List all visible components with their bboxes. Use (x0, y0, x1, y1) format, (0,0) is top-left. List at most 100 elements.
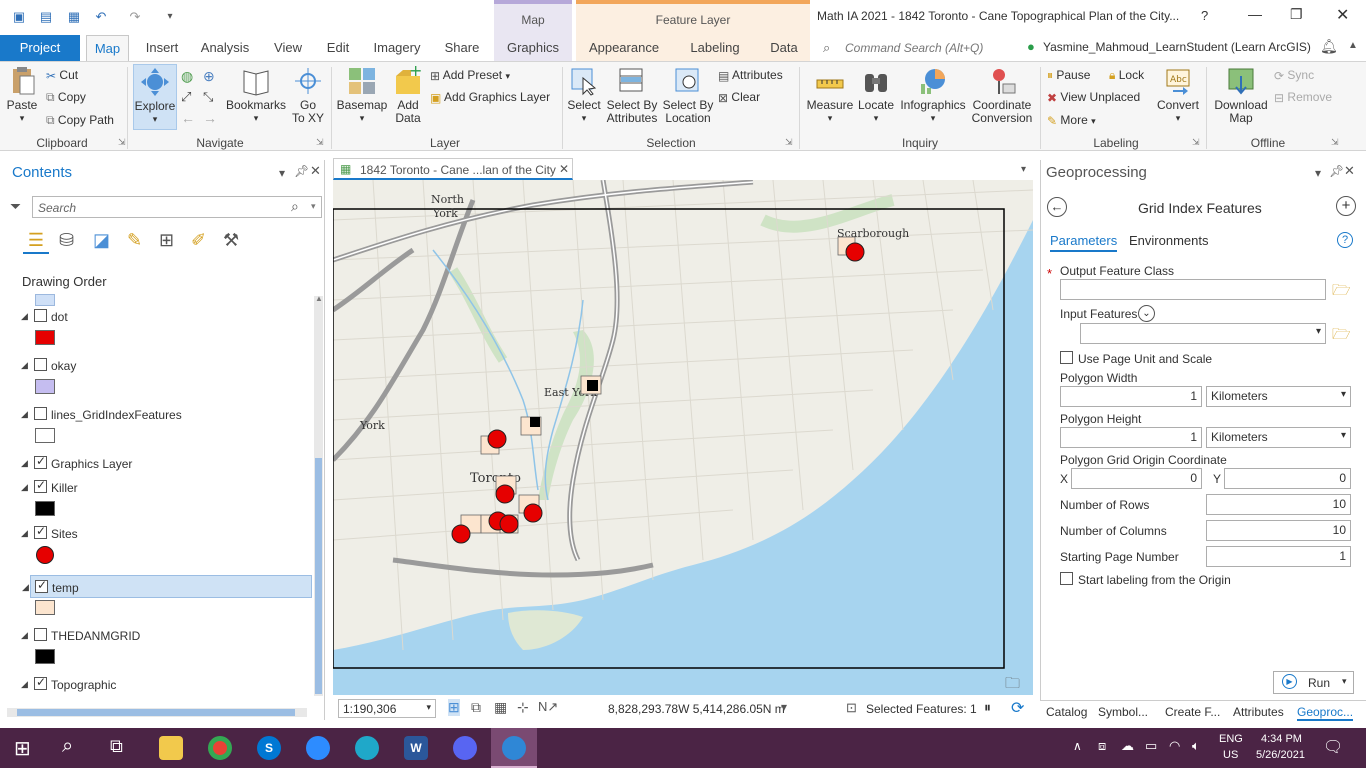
scale-selector[interactable]: 1:190,306 ▾ (338, 699, 436, 718)
explore-button[interactable]: Explore ▾ (133, 64, 177, 130)
tray-app-icon[interactable]: ⧈ (1098, 738, 1106, 754)
tab-analysis[interactable]: Analysis (196, 35, 254, 61)
skype-icon[interactable]: S (257, 736, 281, 760)
filter-icon[interactable]: ⏷ (10, 198, 21, 215)
contents-search-input[interactable]: Search ⌕ ▾ (32, 196, 322, 218)
tab-catalog[interactable]: Catalog (1046, 705, 1087, 719)
tab-symbology[interactable]: Symbol... (1098, 705, 1148, 719)
copy-path-button[interactable]: ⧉ Copy Path (46, 113, 114, 128)
snapping-icon[interactable]: ⊞ (448, 699, 460, 716)
expand-layer-icon[interactable]: ◢ (21, 458, 28, 469)
tab-edit[interactable]: Edit (318, 35, 358, 61)
fixed-zoom-out-icon[interactable]: ⤡ (203, 89, 213, 105)
clear-selection-button[interactable]: ⊠ Clear (718, 90, 760, 105)
layer-symbol-swatch[interactable] (35, 330, 55, 345)
input-browse-folder-icon[interactable]: 🗁 (1332, 324, 1351, 349)
constraints-icon[interactable]: ⧉ (471, 699, 481, 716)
battery-icon[interactable]: ▭ (1145, 738, 1157, 754)
layer-symbol-swatch[interactable] (35, 649, 55, 664)
gp-help-icon[interactable]: ? (1337, 232, 1353, 248)
tab-data[interactable]: Data (758, 35, 810, 61)
minimize-button[interactable]: — (1248, 6, 1262, 22)
map-tabs-menu-icon[interactable]: ▾ (1021, 164, 1026, 175)
edge-icon[interactable] (355, 736, 379, 760)
labeling-launcher-icon[interactable]: ⇲ (1192, 137, 1200, 148)
output-feature-class-input[interactable] (1060, 279, 1326, 300)
copy-button[interactable]: ⧉ Copy (46, 90, 86, 105)
correction-icon[interactable]: ⊹ (517, 699, 529, 716)
select-button[interactable]: Select ▾ (566, 66, 602, 125)
input-features-expand-icon[interactable]: ⌄ (1138, 305, 1155, 322)
offline-launcher-icon[interactable]: ⇲ (1331, 137, 1339, 148)
pause-labeling-button[interactable]: ⏸ Pause (1047, 68, 1090, 83)
polygon-width-input[interactable]: 1 (1060, 386, 1202, 407)
convert-button[interactable]: Abc Convert ▾ (1156, 66, 1200, 125)
command-search[interactable]: ⌕ Command Search (Alt+Q) (817, 37, 1017, 59)
site-point[interactable] (523, 503, 543, 523)
tab-map[interactable]: Map (86, 35, 129, 61)
go-to-xy-button[interactable]: Go To XY (290, 66, 326, 125)
tab-labeling[interactable]: Labeling (672, 35, 758, 61)
file-explorer-icon[interactable] (159, 736, 183, 760)
basemap-button[interactable]: Basemap ▾ (336, 66, 388, 125)
gp-back-icon[interactable]: ← (1047, 197, 1067, 217)
layer-visibility-checkbox[interactable] (34, 675, 47, 690)
layer-row[interactable]: ◢ lines_GridIndexFeatures (21, 403, 312, 426)
tab-parameters[interactable]: Parameters (1050, 233, 1118, 252)
gp-pin-icon[interactable]: 📌︎ (1329, 164, 1344, 178)
expand-layer-icon[interactable]: ◢ (21, 482, 28, 493)
tab-appearance[interactable]: Appearance (576, 35, 672, 61)
tab-imagery[interactable]: Imagery (366, 35, 428, 61)
output-browse-folder-icon[interactable]: 🗁 (1332, 280, 1351, 305)
number-of-rows-input[interactable]: 10 (1206, 494, 1351, 515)
number-of-columns-input[interactable]: 10 (1206, 520, 1351, 541)
full-extent-icon[interactable]: ◍ (181, 68, 193, 85)
polygon-height-input[interactable]: 1 (1060, 427, 1202, 448)
site-point[interactable] (487, 429, 507, 449)
map-canvas[interactable]: North York Scarborough East York York To… (333, 180, 1033, 695)
collapse-ribbon-icon[interactable]: ▲ (1348, 40, 1358, 51)
list-by-labeling-icon[interactable]: ✐ (191, 230, 206, 251)
layer-row[interactable]: ◢ temp (22, 575, 312, 598)
notification-icon[interactable]: 🔔︎ (1320, 38, 1338, 55)
tab-share[interactable]: Share (438, 35, 486, 61)
lock-labeling-button[interactable]: 🔒︎ Lock (1109, 68, 1144, 83)
coordinate-conversion-button[interactable]: Coordinate Conversion (970, 66, 1034, 125)
contents-scrollbar[interactable]: ▲ (314, 294, 323, 696)
map-view-tab[interactable]: ▦ 1842 Toronto - Cane ...lan of the City… (333, 158, 573, 180)
tab-attributes[interactable]: Attributes (1233, 705, 1284, 719)
measure-button[interactable]: Measure ▾ (804, 66, 856, 125)
gp-menu-icon[interactable]: ▾ (1315, 166, 1321, 180)
layer-symbol-swatch[interactable] (36, 546, 54, 564)
expand-layer-icon[interactable]: ◢ (21, 679, 28, 690)
gp-add-icon[interactable]: + (1336, 196, 1356, 216)
layer-row[interactable]: ◢ Killer (21, 476, 312, 499)
tab-environments[interactable]: Environments (1129, 233, 1208, 248)
layer-visibility-checkbox[interactable] (34, 524, 47, 539)
topographic-map[interactable]: North York Scarborough East York York To… (333, 180, 1033, 695)
attributes-button[interactable]: ▤ Attributes (718, 68, 783, 83)
site-point[interactable] (495, 484, 515, 504)
contents-menu-icon[interactable]: ▾ (279, 166, 285, 180)
tab-geoprocessing[interactable]: Geoproc... (1297, 705, 1354, 721)
more-labeling-button[interactable]: ✎ More ▾ (1047, 113, 1096, 128)
list-by-snapping-icon[interactable]: ⊞ (159, 230, 174, 251)
layer-symbol-swatch[interactable] (35, 379, 55, 394)
layer-visibility-checkbox[interactable] (34, 309, 47, 322)
fixed-zoom-in-icon[interactable]: ⤢ (181, 89, 191, 105)
contents-scrollbar-thumb[interactable] (315, 458, 322, 694)
notifications-icon[interactable]: 🗨︎ (1323, 737, 1343, 757)
pause-drawing-icon[interactable]: ⏸ (984, 699, 991, 716)
infographics-button[interactable]: Infographics ▾ (898, 66, 968, 125)
windows-start-icon[interactable]: ⊞ (14, 736, 31, 761)
input-features-dropdown[interactable] (1080, 323, 1326, 344)
label-from-origin-checkbox[interactable] (1060, 572, 1073, 585)
sync-button[interactable]: ⟳ Sync (1274, 68, 1314, 83)
polygon-height-unit-select[interactable]: Kilometers (1206, 427, 1351, 448)
use-page-unit-checkbox[interactable] (1060, 351, 1073, 364)
paste-button[interactable]: Paste ▾ (6, 66, 38, 125)
navigate-launcher-icon[interactable]: ⇲ (316, 137, 324, 148)
run-button[interactable]: ▶ Run ▾ (1273, 671, 1354, 694)
remove-button[interactable]: ⊟ Remove (1274, 90, 1332, 105)
north-arrow-icon[interactable]: N↗ (538, 699, 558, 715)
